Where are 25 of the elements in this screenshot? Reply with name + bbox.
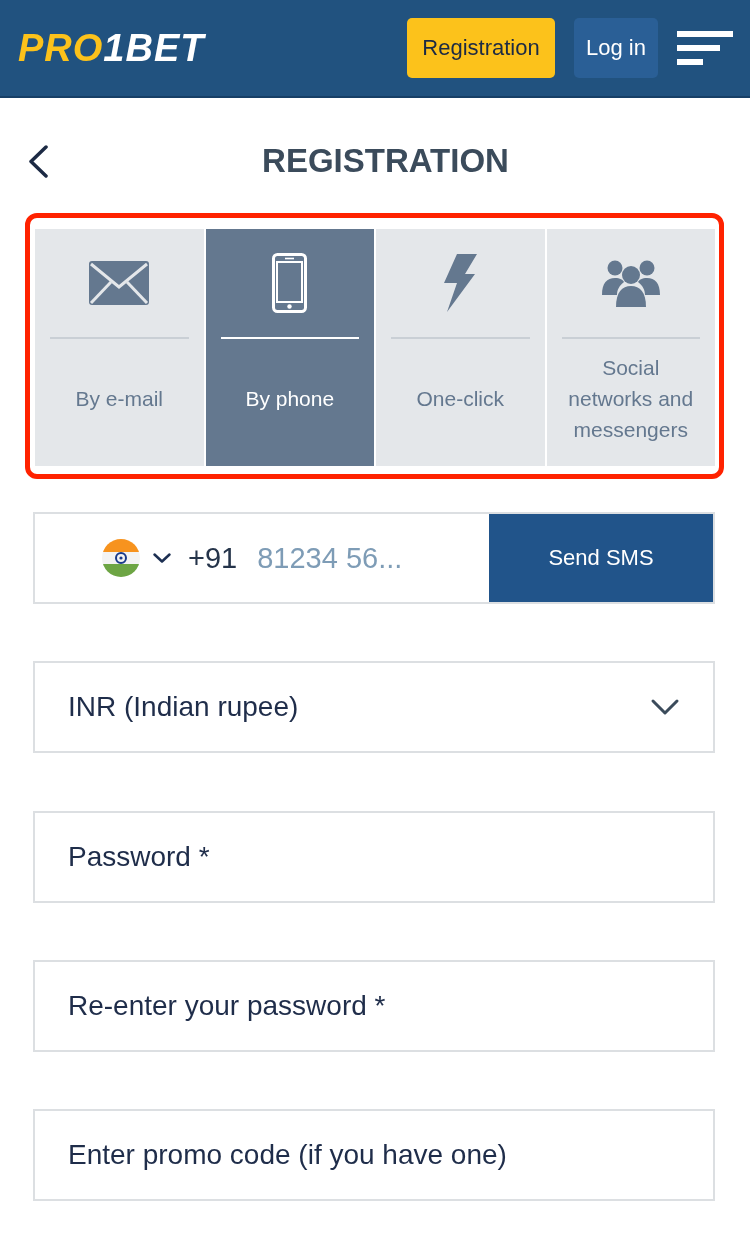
- envelope-icon: [89, 261, 150, 305]
- lightning-bolt-icon: [443, 254, 478, 312]
- smartphone-icon: [272, 253, 308, 313]
- registration-method-tab[interactable]: By phone: [205, 229, 374, 466]
- input-field[interactable]: Password *: [33, 811, 715, 903]
- back-icon[interactable]: [28, 144, 49, 178]
- registration-method-tab[interactable]: Social networks and messengers: [546, 229, 715, 466]
- login-button[interactable]: Log in: [574, 18, 658, 78]
- chevron-down-icon: [152, 552, 172, 564]
- country-select[interactable]: [102, 539, 172, 577]
- currency-select[interactable]: INR (Indian rupee): [33, 661, 715, 753]
- registration-button[interactable]: Registration: [407, 18, 555, 78]
- chevron-down-icon: [650, 698, 680, 716]
- people-group-icon: [600, 259, 661, 307]
- page-title: REGISTRATION: [261, 141, 510, 181]
- flag-icon: [102, 539, 140, 577]
- input-field[interactable]: Re-enter your password *: [33, 960, 715, 1052]
- menu-icon[interactable]: [677, 31, 733, 65]
- input-field[interactable]: Enter promo code (if you have one): [33, 1109, 715, 1201]
- registration-method-tab[interactable]: By e-mail: [35, 229, 204, 466]
- registration-method-tab[interactable]: One-click: [376, 229, 545, 466]
- phone-input[interactable]: 81234 56...: [257, 538, 458, 578]
- logo[interactable]: PRO1BET: [18, 29, 205, 67]
- country-code: +91: [188, 541, 238, 575]
- send-sms-button[interactable]: Send SMS: [489, 514, 713, 602]
